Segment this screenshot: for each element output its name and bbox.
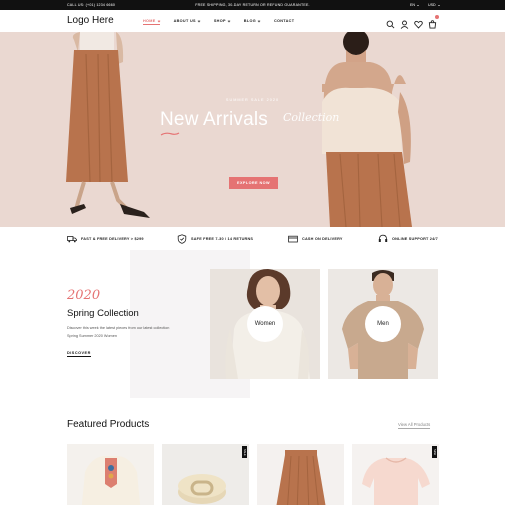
nav-item-home[interactable]: HOME <box>143 19 161 25</box>
product-card[interactable] <box>257 444 344 505</box>
spring-collection-description: Discover this week the latest pieces fro… <box>67 326 170 338</box>
product-image-pink-blouse <box>362 457 430 505</box>
hero-underline-decoration <box>160 132 180 136</box>
explore-now-button[interactable]: EXPLORE NOW <box>229 177 278 189</box>
product-image-embroidered-blouse <box>81 456 141 505</box>
category-card-women[interactable]: Women <box>210 269 320 379</box>
features-strip: FAST & FREE DELIVERY > $299 SAFE FREE 7-… <box>0 232 505 246</box>
nav-label: SHOP <box>213 19 226 23</box>
user-icon[interactable] <box>400 16 409 29</box>
feature-item: FAST & FREE DELIVERY > $299 <box>67 234 144 244</box>
feature-label: FAST & FREE DELIVERY > $299 <box>81 237 144 241</box>
nav-label: CONTACT <box>273 19 295 23</box>
main-nav: HOME ABOUT US SHOP BLOG CONTACT <box>143 19 308 25</box>
chevron-down-icon <box>157 19 161 22</box>
top-bar: CALL US: (+01) 1234 6660 FREE SHIPPING, … <box>0 0 505 10</box>
feature-label: SAFE FREE 7-30 / 14 RETURNS <box>191 237 254 241</box>
spring-collection-title: Spring Collection <box>67 308 139 319</box>
view-all-products-link[interactable]: View All Products <box>398 422 431 429</box>
currency-value: USD <box>428 3 436 7</box>
site-header: Logo Here HOME ABOUT US SHOP BLOG CONTAC… <box>0 10 505 32</box>
feature-label: ONLINE SUPPORT 24/7 <box>392 237 438 241</box>
women-category-label: Women <box>247 306 283 342</box>
hero-banner: SUMMER SALE 2020 New Arrivals Collection… <box>0 32 505 227</box>
chevron-down-icon <box>437 4 440 6</box>
search-icon[interactable] <box>386 16 395 29</box>
cart-count-badge <box>435 15 439 19</box>
product-card[interactable]: SALE <box>162 444 249 505</box>
cart-icon[interactable] <box>428 15 439 29</box>
discover-link[interactable]: DISCOVER <box>67 351 91 357</box>
chevron-down-icon <box>227 19 231 22</box>
feature-label: CASH ON DELIVERY <box>302 237 343 241</box>
nav-label: HOME <box>143 19 156 23</box>
featured-products-title: Featured Products <box>67 419 150 430</box>
category-card-men[interactable]: Men <box>328 269 438 379</box>
chevron-down-icon <box>257 19 261 22</box>
logo[interactable]: Logo Here <box>67 15 114 26</box>
product-card[interactable]: NEW <box>352 444 439 505</box>
nav-item-blog[interactable]: BLOG <box>243 19 261 23</box>
nav-label: BLOG <box>243 19 256 23</box>
sale-tag: SALE <box>242 446 247 458</box>
currency-selector[interactable]: USD <box>428 3 440 7</box>
collection-year: 2020 <box>67 288 101 303</box>
product-card[interactable] <box>67 444 154 505</box>
nav-label: ABOUT US <box>173 19 196 23</box>
header-icons <box>386 15 439 29</box>
feature-item: SAFE FREE 7-30 / 14 RETURNS <box>177 234 253 244</box>
feature-item: CASH ON DELIVERY <box>288 234 343 244</box>
headset-icon <box>378 234 388 242</box>
product-image-pleated-skirt <box>276 450 326 505</box>
language-selector[interactable]: EN <box>410 3 419 7</box>
feature-item: ONLINE SUPPORT 24/7 <box>378 234 438 244</box>
new-tag: NEW <box>432 446 437 458</box>
nav-item-about[interactable]: ABOUT US <box>173 19 201 23</box>
heart-icon[interactable] <box>414 16 423 29</box>
nav-item-shop[interactable]: SHOP <box>213 19 231 23</box>
hero-subtitle: SUMMER SALE 2020 <box>225 98 280 102</box>
nav-item-contact[interactable]: CONTACT <box>274 19 294 23</box>
product-image-rattan-bag <box>178 474 226 504</box>
card-icon <box>288 235 298 243</box>
chevron-down-icon <box>417 4 419 6</box>
hero-title: New Arrivals <box>160 109 268 130</box>
men-category-label: Men <box>365 306 401 342</box>
hero-script-title: Collection <box>283 111 340 124</box>
shield-icon <box>177 234 187 244</box>
truck-icon <box>67 236 77 243</box>
language-value: EN <box>410 3 415 7</box>
chevron-down-icon <box>197 19 201 22</box>
